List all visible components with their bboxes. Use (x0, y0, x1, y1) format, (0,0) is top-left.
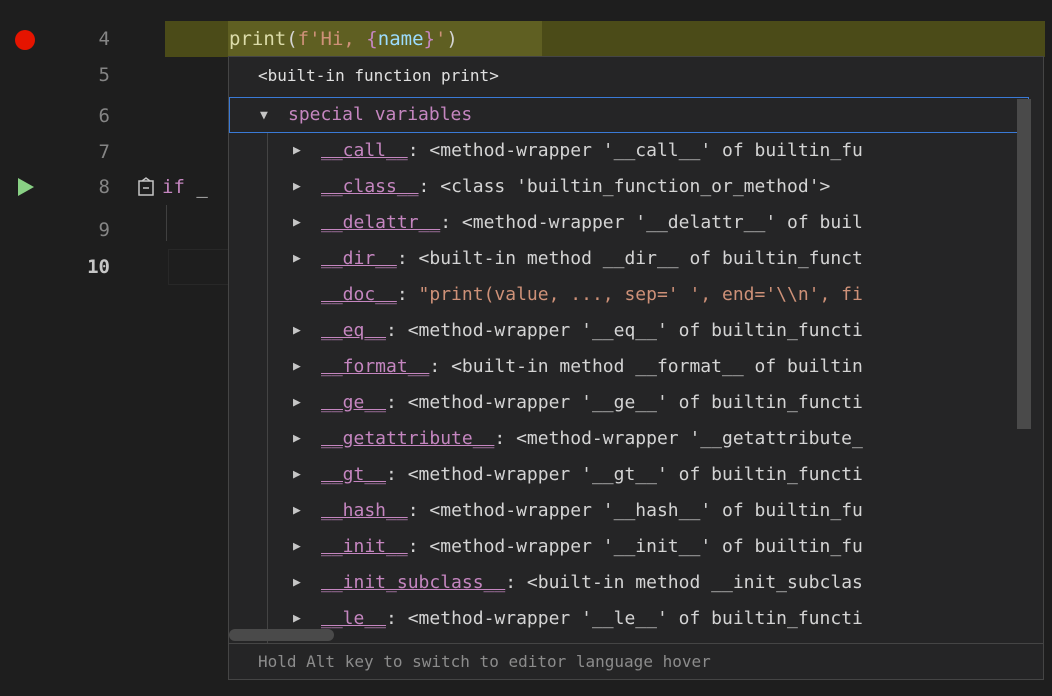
chevron-right-icon[interactable]: ▶ (293, 133, 307, 169)
tree-item-text: __doc__: "print(value, ..., sep=' ', end… (321, 284, 863, 305)
variable-name: __hash__ (321, 500, 408, 521)
tree-item-text: __getattribute__: <method-wrapper '__get… (321, 428, 863, 449)
variable-value: <class 'builtin_function_or_method'> (440, 176, 831, 197)
tree-item[interactable]: ▶ __call__: <method-wrapper '__call__' of… (229, 133, 1029, 169)
tree-root-special-variables[interactable]: ▼ special variables (229, 97, 1029, 133)
tree-item[interactable]: ▶ __format__: <built-in method __format__… (229, 349, 1029, 385)
tree-item-text: __call__: <method-wrapper '__call__' of … (321, 140, 863, 161)
cursor-line-box (168, 249, 230, 285)
line-number: 10 (87, 256, 110, 278)
variable-name: __format__ (321, 356, 430, 377)
variable-name: __init__ (321, 536, 408, 557)
variable-name: __init_subclass__ (321, 572, 506, 593)
variable-name: __dir__ (321, 248, 397, 269)
tree-item-text: __ge__: <method-wrapper '__ge__' of buil… (321, 392, 863, 413)
horizontal-scrollbar[interactable] (229, 629, 334, 641)
tree-item[interactable]: ▶ __hash__: <method-wrapper '__hash__' of… (229, 493, 1029, 529)
tree-item[interactable]: ▶ __getattribute__: <method-wrapper '__ge… (229, 421, 1029, 457)
tree-item-text: __format__: <built-in method __format__ … (321, 356, 863, 377)
variable-value: "print(value, ..., sep=' ', end='\\n', f… (418, 284, 863, 305)
tree-item-text: __eq__: <method-wrapper '__eq__' of buil… (321, 320, 863, 341)
line-number: 7 (98, 141, 110, 163)
hover-title: <built-in function print> (258, 66, 499, 85)
chevron-right-icon[interactable]: ▶ (293, 565, 307, 601)
chevron-right-icon[interactable]: ▶ (293, 457, 307, 493)
variable-value: <method-wrapper '__ge__' of builtin_func… (407, 392, 863, 413)
vertical-scrollbar[interactable] (1017, 99, 1031, 429)
tree-item-text: __le__: <method-wrapper '__le__' of buil… (321, 608, 863, 629)
tree-item-text: __delattr__: <method-wrapper '__delattr_… (321, 212, 863, 233)
breakpoint-icon[interactable] (15, 30, 35, 50)
tree-item-text: __hash__: <method-wrapper '__hash__' of … (321, 500, 863, 521)
variable-name: __le__ (321, 608, 387, 629)
chevron-right-icon[interactable]: ▶ (293, 349, 307, 385)
chevron-right-icon[interactable]: ▶ (293, 493, 307, 529)
fold-icon[interactable] (137, 177, 155, 196)
editor-line-4[interactable]: 4 print(f'Hi, {name}') (0, 21, 1052, 57)
variable-value: <method-wrapper '__hash__' of builtin_fu (429, 500, 863, 521)
tree-item[interactable]: ▶ __init__: <method-wrapper '__init__' of… (229, 529, 1029, 565)
tree-item-text: __gt__: <method-wrapper '__gt__' of buil… (321, 464, 863, 485)
variable-value: <method-wrapper '__eq__' of builtin_func… (407, 320, 863, 341)
variable-name: __call__ (321, 140, 408, 161)
tree-item[interactable]: __doc__: "print(value, ..., sep=' ', end… (229, 277, 1029, 313)
variable-name: __gt__ (321, 464, 387, 485)
variable-value: <method-wrapper '__call__' of builtin_fu (429, 140, 863, 161)
variable-value: <built-in method __init_subclas (526, 572, 863, 593)
chevron-right-icon[interactable]: ▶ (293, 169, 307, 205)
chevron-right-icon[interactable]: ▶ (293, 385, 307, 421)
variable-value: <method-wrapper '__le__' of builtin_func… (407, 608, 863, 629)
tree-item[interactable]: ▶ __class__: <class 'builtin_function_or_… (229, 169, 1029, 205)
line-number: 6 (98, 105, 110, 127)
variable-name: __eq__ (321, 320, 387, 341)
tree-item[interactable]: ▶ __delattr__: <method-wrapper '__delattr… (229, 205, 1029, 241)
variable-name: __ge__ (321, 392, 387, 413)
hover-footer-hint: Hold Alt key to switch to editor languag… (229, 643, 1043, 679)
code-text: print(f'Hi, {name}') (229, 28, 458, 50)
debug-hover-widget[interactable]: <built-in function print> ▼ special vari… (228, 56, 1044, 680)
variable-value: <method-wrapper '__init__' of builtin_fu (429, 536, 863, 557)
tree-item[interactable]: ▶ __dir__: <built-in method __dir__ of bu… (229, 241, 1029, 277)
variable-name: __getattribute__ (321, 428, 495, 449)
chevron-right-icon[interactable]: ▶ (293, 241, 307, 277)
variable-name: __class__ (321, 176, 419, 197)
tree-item[interactable]: ▶ __init_subclass__: <built-in method __i… (229, 565, 1029, 601)
tree-item-text: __class__: <class 'builtin_function_or_m… (321, 176, 831, 197)
line-number: 9 (98, 219, 110, 241)
variable-value: <built-in method __format__ of builtin (451, 356, 863, 377)
variable-value: <built-in method __dir__ of builtin_func… (418, 248, 863, 269)
chevron-right-icon[interactable]: ▶ (293, 205, 307, 241)
tree-item[interactable]: ▶ __eq__: <method-wrapper '__eq__' of bui… (229, 313, 1029, 349)
line-number: 8 (98, 176, 110, 198)
tree-item-text: __init__: <method-wrapper '__init__' of … (321, 536, 863, 557)
chevron-right-icon[interactable]: ▶ (293, 421, 307, 457)
chevron-down-icon[interactable]: ▼ (260, 98, 274, 134)
tree-item-text: __init_subclass__: <built-in method __in… (321, 572, 863, 593)
line-number: 4 (98, 28, 110, 50)
chevron-right-icon[interactable]: ▶ (293, 529, 307, 565)
tree-item[interactable]: ▶ __ge__: <method-wrapper '__ge__' of bui… (229, 385, 1029, 421)
line-number: 5 (98, 64, 110, 86)
variable-value: <method-wrapper '__delattr__' of buil (461, 212, 863, 233)
tree-item-text: __dir__: <built-in method __dir__ of bui… (321, 248, 863, 269)
variable-name: __doc__ (321, 284, 397, 305)
code-text: if _ (162, 176, 208, 198)
chevron-right-icon[interactable]: ▶ (293, 313, 307, 349)
indent-guide (166, 205, 167, 241)
tree-item[interactable]: ▶ __le__: <method-wrapper '__le__' of bui… (229, 601, 1029, 637)
variable-value: <method-wrapper '__getattribute_ (516, 428, 863, 449)
variable-value: <method-wrapper '__gt__' of builtin_func… (407, 464, 863, 485)
tree-item[interactable]: ▶ __gt__: <method-wrapper '__gt__' of bui… (229, 457, 1029, 493)
debug-current-line-icon (18, 178, 34, 196)
variable-name: __delattr__ (321, 212, 441, 233)
tree-root-label: special variables (288, 104, 473, 125)
